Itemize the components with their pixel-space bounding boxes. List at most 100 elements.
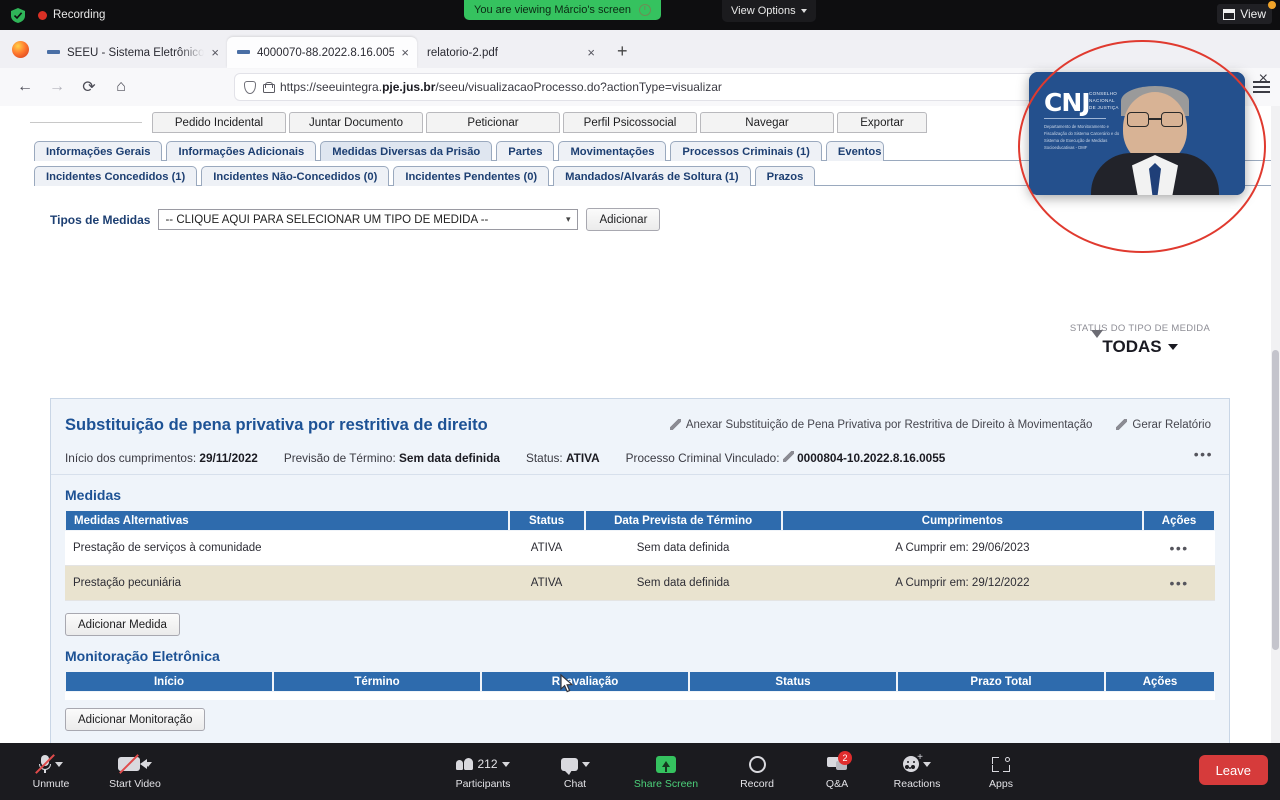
col-status[interactable]: Status bbox=[509, 510, 585, 531]
toolbar-button-peticionar[interactable]: Peticionar bbox=[426, 112, 560, 133]
status-dot-icon bbox=[1268, 1, 1276, 9]
col-prazo-total[interactable]: Prazo Total bbox=[897, 671, 1105, 692]
chevron-up-icon[interactable] bbox=[923, 762, 931, 767]
tab-medidas-diversas-da-prisao[interactable]: Medidas Diversas da Prisão bbox=[320, 141, 492, 161]
tab-prazos[interactable]: Prazos bbox=[755, 166, 816, 186]
col-medidas-alternativas[interactable]: Medidas Alternativas bbox=[65, 510, 509, 531]
toolbar-button-juntar-documento[interactable]: Juntar Documento bbox=[289, 112, 423, 133]
anexar-movimentacao-link[interactable]: Anexar Substituição de Pena Privativa po… bbox=[670, 419, 1093, 431]
unmute-label: Unmute bbox=[33, 778, 70, 790]
col-status[interactable]: Status bbox=[689, 671, 897, 692]
filter-icon[interactable] bbox=[1091, 330, 1103, 338]
col-acoes[interactable]: Ações bbox=[1143, 510, 1215, 531]
browser-tab-3[interactable]: relatorio-2.pdf × bbox=[417, 37, 603, 68]
glasses-icon bbox=[1127, 112, 1183, 127]
col-inicio[interactable]: Início bbox=[65, 671, 273, 692]
zoom-top-bar: Recording You are viewing Márcio's scree… bbox=[0, 0, 1280, 30]
participants-count: 212 bbox=[477, 757, 497, 771]
record-button[interactable]: Record bbox=[728, 753, 786, 790]
forward-icon[interactable]: → bbox=[42, 78, 72, 96]
medida-overflow-menu[interactable]: ••• bbox=[1194, 446, 1213, 462]
cell-data-prevista: Sem data definida bbox=[585, 531, 782, 566]
medida-status: Status: ATIVA bbox=[526, 451, 600, 465]
tipos-de-medidas-select[interactable]: -- CLIQUE AQUI PARA SELECIONAR UM TIPO D… bbox=[158, 209, 578, 230]
toolbar-button-perfil-psicossocial[interactable]: Perfil Psicossocial bbox=[563, 112, 697, 133]
recording-dot-icon bbox=[38, 11, 47, 20]
browser-tab-2[interactable]: 4000070-88.2022.8.16.0055 × bbox=[227, 37, 417, 68]
close-icon[interactable]: × bbox=[1259, 70, 1268, 88]
medidas-section-title: Medidas bbox=[51, 475, 1229, 510]
toolbar-button-navegar[interactable]: Navegar bbox=[700, 112, 834, 133]
chevron-up-icon[interactable] bbox=[582, 762, 590, 767]
adicionar-monitoracao-button[interactable]: Adicionar Monitoração bbox=[65, 708, 205, 731]
table-row[interactable]: Prestação de serviços à comunidade ATIVA… bbox=[65, 531, 1215, 566]
chevron-up-icon[interactable] bbox=[502, 762, 510, 767]
col-acoes[interactable]: Ações bbox=[1105, 671, 1215, 692]
medida-card-title: Substituição de pena privativa por restr… bbox=[65, 416, 488, 435]
adicionar-button[interactable]: Adicionar bbox=[586, 208, 660, 231]
back-icon[interactable]: ← bbox=[10, 78, 40, 96]
medida-card-header: Substituição de pena privativa por restr… bbox=[51, 399, 1229, 435]
browser-tab-1[interactable]: SEEU - Sistema Eletrônico de E... × bbox=[37, 37, 227, 68]
status-do-tipo-caption: STATUS DO TIPO DE MEDIDA bbox=[1055, 324, 1225, 335]
tab-incidentes-concedidos[interactable]: Incidentes Concedidos (1) bbox=[34, 166, 197, 186]
pencil-icon[interactable] bbox=[783, 451, 794, 462]
col-reavaliacao[interactable]: Reavaliação bbox=[481, 671, 689, 692]
qa-button[interactable]: 2 Q&A bbox=[808, 753, 866, 790]
adicionar-medida-button[interactable]: Adicionar Medida bbox=[65, 613, 180, 636]
chevron-up-icon[interactable] bbox=[55, 762, 63, 767]
tab-incidentes-nao-concedidos[interactable]: Incidentes Não-Concedidos (0) bbox=[201, 166, 389, 186]
cnj-logo-divider bbox=[1044, 118, 1106, 119]
participant-video-thumbnail[interactable]: CNJ CONSELHONACIONALDE JUSTIÇA Departame… bbox=[1029, 72, 1245, 195]
leave-button[interactable]: Leave bbox=[1199, 755, 1268, 785]
close-icon[interactable]: × bbox=[587, 46, 595, 59]
reload-icon[interactable]: ⟳ bbox=[74, 77, 104, 97]
chevron-up-icon[interactable] bbox=[144, 762, 152, 767]
unmute-button[interactable]: Unmute bbox=[22, 753, 80, 790]
apps-button[interactable]: Apps bbox=[972, 753, 1030, 790]
tab-informacoes-adicionais[interactable]: Informações Adicionais bbox=[166, 141, 316, 161]
browser-tab-strip: SEEU - Sistema Eletrônico de E... × 4000… bbox=[0, 30, 1280, 68]
col-termino[interactable]: Término bbox=[273, 671, 481, 692]
tab-partes[interactable]: Partes bbox=[496, 141, 554, 161]
cell-acoes-menu[interactable]: ••• bbox=[1143, 566, 1215, 601]
tracking-shield-icon[interactable] bbox=[244, 81, 256, 94]
close-icon[interactable]: × bbox=[401, 46, 409, 59]
toolbar-button-pedido-incidental[interactable]: Pedido Incidental bbox=[152, 112, 286, 133]
participants-button[interactable]: 212 Participants bbox=[454, 753, 512, 790]
view-options-label: View Options bbox=[731, 5, 796, 17]
col-cumprimentos[interactable]: Cumprimentos bbox=[782, 510, 1143, 531]
reactions-icon: + bbox=[903, 756, 919, 772]
close-icon[interactable]: × bbox=[211, 46, 219, 59]
cell-acoes-menu[interactable]: ••• bbox=[1143, 531, 1215, 566]
tab-incidentes-pendentes[interactable]: Incidentes Pendentes (0) bbox=[393, 166, 549, 186]
new-tab-button[interactable]: + bbox=[617, 42, 628, 60]
tab-eventos[interactable]: Eventos bbox=[826, 141, 884, 161]
medidas-table-head: Medidas Alternativas Status Data Previst… bbox=[65, 510, 1215, 531]
tab-informacoes-gerais[interactable]: Informações Gerais bbox=[34, 141, 162, 161]
previsao-termino: Previsão de Término: Sem data definida bbox=[284, 451, 500, 465]
start-video-button[interactable]: Start Video bbox=[106, 753, 164, 790]
firefox-logo-icon bbox=[12, 41, 29, 58]
gerar-relatorio-link[interactable]: Gerar Relatório bbox=[1116, 419, 1211, 431]
tab-mandados-alvaras-de-soltura[interactable]: Mandados/Alvarás de Soltura (1) bbox=[553, 166, 750, 186]
inicio-value: 29/11/2022 bbox=[199, 451, 257, 465]
processo-value[interactable]: 0000804-10.2022.8.16.0055 bbox=[797, 451, 945, 465]
status-do-tipo-value-wrap[interactable]: TODAS bbox=[1055, 337, 1225, 357]
monitoracao-header-row: Início Término Reavaliação Status Prazo … bbox=[65, 671, 1215, 692]
col-data-prevista[interactable]: Data Prevista de Término bbox=[585, 510, 782, 531]
share-screen-button[interactable]: Share Screen bbox=[626, 753, 706, 790]
table-row[interactable]: Prestação pecuniária ATIVA Sem data defi… bbox=[65, 566, 1215, 601]
view-layout-button[interactable]: View bbox=[1217, 4, 1272, 24]
tab-movimentacoes[interactable]: Movimentações bbox=[558, 141, 666, 161]
zoom-bottom-toolbar: Unmute Start Video 212 Participants Chat bbox=[0, 743, 1280, 800]
page-scrollbar[interactable] bbox=[1271, 106, 1280, 743]
chat-button[interactable]: Chat bbox=[546, 753, 604, 790]
reactions-button[interactable]: + Reactions bbox=[888, 753, 946, 790]
toolbar-button-exportar[interactable]: Exportar bbox=[837, 112, 927, 133]
page-scrollbar-thumb[interactable] bbox=[1272, 350, 1279, 650]
view-options-button[interactable]: View Options bbox=[722, 0, 816, 22]
tab-processos-criminais[interactable]: Processos Criminais (1) bbox=[670, 141, 821, 161]
processo-label: Processo Criminal Vinculado: bbox=[626, 451, 780, 465]
home-icon[interactable]: ⌂ bbox=[106, 78, 136, 96]
